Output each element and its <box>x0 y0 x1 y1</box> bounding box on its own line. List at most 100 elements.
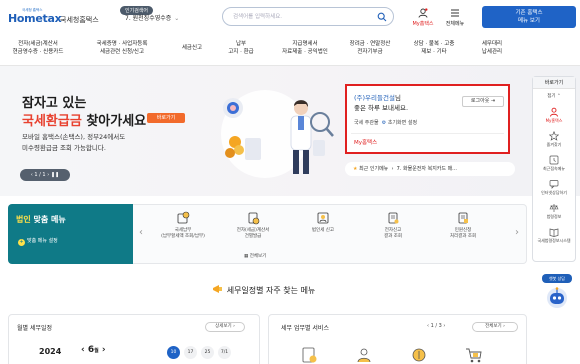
pause-icon[interactable]: ❚❚ <box>51 172 59 178</box>
quick-item-law-info[interactable]: 법령정보 <box>533 203 575 220</box>
chatbot-button[interactable]: 챗봇 상담 <box>540 274 574 310</box>
person-icon <box>550 107 558 117</box>
popular-menu-bar[interactable]: ★ 최근 인기메뉴 › 7. 화물운전자 복지카드 매... <box>345 162 515 176</box>
all-menu-button[interactable]: 전체메뉴 <box>440 8 470 27</box>
hero-illustration <box>221 90 334 178</box>
hamburger-icon <box>451 9 459 17</box>
monthly-schedule-title: 월별 세무일정 <box>17 325 53 332</box>
nav-sublabel: 전자기부금 <box>357 49 383 55</box>
logo[interactable]: 국세청 홈택스 Hometax 국세청홈택스 <box>8 6 99 30</box>
popular-menu-label: 최근 인기메뉴 <box>359 166 389 172</box>
nav-sublabel: 고지 · 환급 <box>228 49 254 55</box>
nav-item-payment[interactable]: 납부 고지 · 환급 <box>220 40 262 56</box>
schedule-heading-text: 세무일정별 자주 찾는 메뉴 <box>226 286 316 295</box>
corp-item-tax-payment[interactable]: 국세납부 (납부할세액 조회/납부) <box>153 211 213 240</box>
month-next-icon[interactable]: › <box>102 345 106 355</box>
services-view-all-label: 전체보기 <box>485 324 502 329</box>
hero-go-button[interactable]: 바로가기 <box>147 113 185 123</box>
service-cart-icon[interactable] <box>464 345 484 364</box>
monthly-schedule-more-button[interactable]: 상세보기 › <box>205 322 245 332</box>
quick-item-law-system[interactable]: 국세법령정보시스템 <box>533 227 575 244</box>
quick-item-online-consult[interactable]: 인터넷상담하기 <box>533 179 575 196</box>
corporate-menu-tab: 법인 맞춤 메뉴 + 맞춤 메뉴 설정 <box>8 204 133 264</box>
slider-next-icon[interactable]: › <box>47 172 49 178</box>
calendar-day[interactable]: 10 <box>167 346 180 359</box>
quick-item-label: 즐겨찾기 <box>546 142 562 147</box>
month-prev-icon[interactable]: ‹ <box>81 345 85 355</box>
tax-services-card: 세무 업무별 서비스 ‹ 1 / 3 › 전체보기 › <box>268 314 527 364</box>
quick-item-recent[interactable]: 최근접속메뉴 <box>533 155 575 172</box>
corp-item-civil-request[interactable]: 민원신청 처리결과 조회 <box>433 211 493 240</box>
nav-item-payment-statement[interactable]: 지급명세서 자료제출 · 공익법인 <box>276 40 334 56</box>
popular-search-text: 7. 원천징수영수증 <box>125 15 172 22</box>
fold-label: 접기 <box>547 94 556 99</box>
divider <box>351 133 504 134</box>
nav-item-certificate[interactable]: 국세증명 · 사업자등록 세금관련 신청/신고 <box>84 40 160 56</box>
quick-item-my-hometax[interactable]: My홈택스 <box>533 107 575 124</box>
calendar-day[interactable]: 7/1 <box>218 346 231 359</box>
person-icon <box>418 8 428 18</box>
corp-item-corp-tax[interactable]: 법인세 신고 <box>293 211 353 234</box>
search-input[interactable] <box>233 11 373 23</box>
my-hometax-label: My홈택스 <box>412 21 434 27</box>
popular-search-item[interactable]: 7. 원천징수영수증 ⌄ <box>125 13 179 22</box>
user-card: (주)우리들건설님 좋은 하루 보내세요. 로그아웃 ⇥ 국세 주관물 ⚙ 초기… <box>345 84 510 154</box>
pager-prev-icon[interactable]: ‹ <box>427 323 429 329</box>
quick-item-label: 법령정보 <box>546 214 562 219</box>
home-setting-link[interactable]: 초기화면 설정 <box>388 120 417 126</box>
chevron-left-icon[interactable]: ‹ <box>139 227 143 238</box>
quick-item-label: My홈택스 <box>545 118 563 123</box>
document-icon <box>458 212 468 224</box>
quick-menu-fold-button[interactable]: 접기 ⌃ <box>533 93 575 99</box>
search-icon[interactable] <box>377 12 387 22</box>
service-person-icon[interactable] <box>354 345 374 364</box>
service-document-icon[interactable] <box>299 345 319 364</box>
quick-item-label: 인터넷상담하기 <box>541 190 567 195</box>
popular-menu-item: 7. 화물운전자 복지카드 매... <box>396 166 457 172</box>
nav-item-incentive[interactable]: 장려금 · 연말정산 전자기부금 <box>342 40 398 56</box>
hero-title-rest: 찾아가세요 <box>81 114 147 129</box>
nav-item-tax-filing[interactable]: 세금신고 <box>172 44 212 52</box>
slider-counter: 1 / 1 <box>34 172 46 178</box>
pager-next-icon[interactable]: › <box>443 323 445 329</box>
slider-prev-icon[interactable]: ‹ <box>31 172 33 178</box>
corp-item-e-filing-result[interactable]: 전자신고 결과 조회 <box>363 211 423 240</box>
main-nav: 전자(세금)계산서 현금영수증 · 신용카드 국세증명 · 사업자등록 세금관련… <box>0 38 580 66</box>
nav-sublabel: 제보 · 기타 <box>421 49 447 55</box>
legacy-menu-button[interactable]: 기존 홈택스 메뉴 보기 <box>482 6 576 28</box>
hometax-page: 국세청 홈택스 Hometax 국세청홈택스 인기검색어 7. 원천징수영수증 ⌄… <box>0 0 580 364</box>
all-menu-label: 전체메뉴 <box>445 21 465 27</box>
search-box <box>222 7 394 26</box>
quick-menu-title: 바로가기 <box>533 77 575 89</box>
result-icon <box>388 212 399 224</box>
company-name-text: (주)우리들건설 <box>354 94 395 102</box>
nav-label: 세무대리 <box>481 41 503 47</box>
schedule-heading: 세무일정별 자주 찾는 메뉴 <box>0 284 527 296</box>
nav-label: 전자(세금)계산서 <box>18 41 58 47</box>
service-coin-icon[interactable] <box>409 345 429 364</box>
monthly-schedule-card: 월별 세무일정 상세보기 › 2024 ‹ 6월 › 10 17 25 7/1 <box>8 314 260 364</box>
corp-view-all-button[interactable]: ▦ 전체보기 <box>244 253 266 259</box>
calendar-day[interactable]: 25 <box>201 346 214 359</box>
services-pager: ‹ 1 / 3 › <box>427 323 445 329</box>
nav-item-consulting[interactable]: 상담 · 불복 · 고충 제보 · 기타 <box>406 40 462 56</box>
services-view-all-button[interactable]: 전체보기 › <box>472 322 518 332</box>
calendar-day[interactable]: 17 <box>184 346 197 359</box>
gear-icon[interactable]: ⚙ <box>382 120 386 126</box>
corporate-menu-title: 법인 맞춤 메뉴 <box>16 214 66 225</box>
header: 국세청 홈택스 Hometax 국세청홈택스 인기검색어 7. 원천징수영수증 ⌄… <box>0 0 580 38</box>
nav-item-e-invoice[interactable]: 전자(세금)계산서 현금영수증 · 신용카드 <box>8 40 68 56</box>
hero-desc-line1: 모바일 홈택스(손택스), 정부24에서도 <box>22 133 126 141</box>
custom-menu-setting-button[interactable]: + 맞춤 메뉴 설정 <box>18 237 58 246</box>
nav-item-tax-agent[interactable]: 세무대리 납세관리 <box>472 40 512 56</box>
slider-control[interactable]: ‹ 1 / 1 › ❚❚ <box>20 169 70 181</box>
corp-item-e-invoice[interactable]: 전자(세금)계산서 건별발급 <box>223 211 283 240</box>
nav-sublabel: 현금영수증 · 신용카드 <box>12 49 64 55</box>
user-card-my-hometax-link[interactable]: My홈택스 <box>354 138 377 146</box>
logout-button[interactable]: 로그아웃 ⇥ <box>462 96 504 107</box>
chevron-right-icon[interactable]: › <box>515 227 519 238</box>
corp-tax-icon <box>317 212 329 224</box>
my-hometax-button[interactable]: My홈택스 <box>408 8 438 27</box>
nav-sublabel: 납세관리 <box>481 49 503 55</box>
quick-item-favorites[interactable]: 즐겨찾기 <box>533 131 575 148</box>
